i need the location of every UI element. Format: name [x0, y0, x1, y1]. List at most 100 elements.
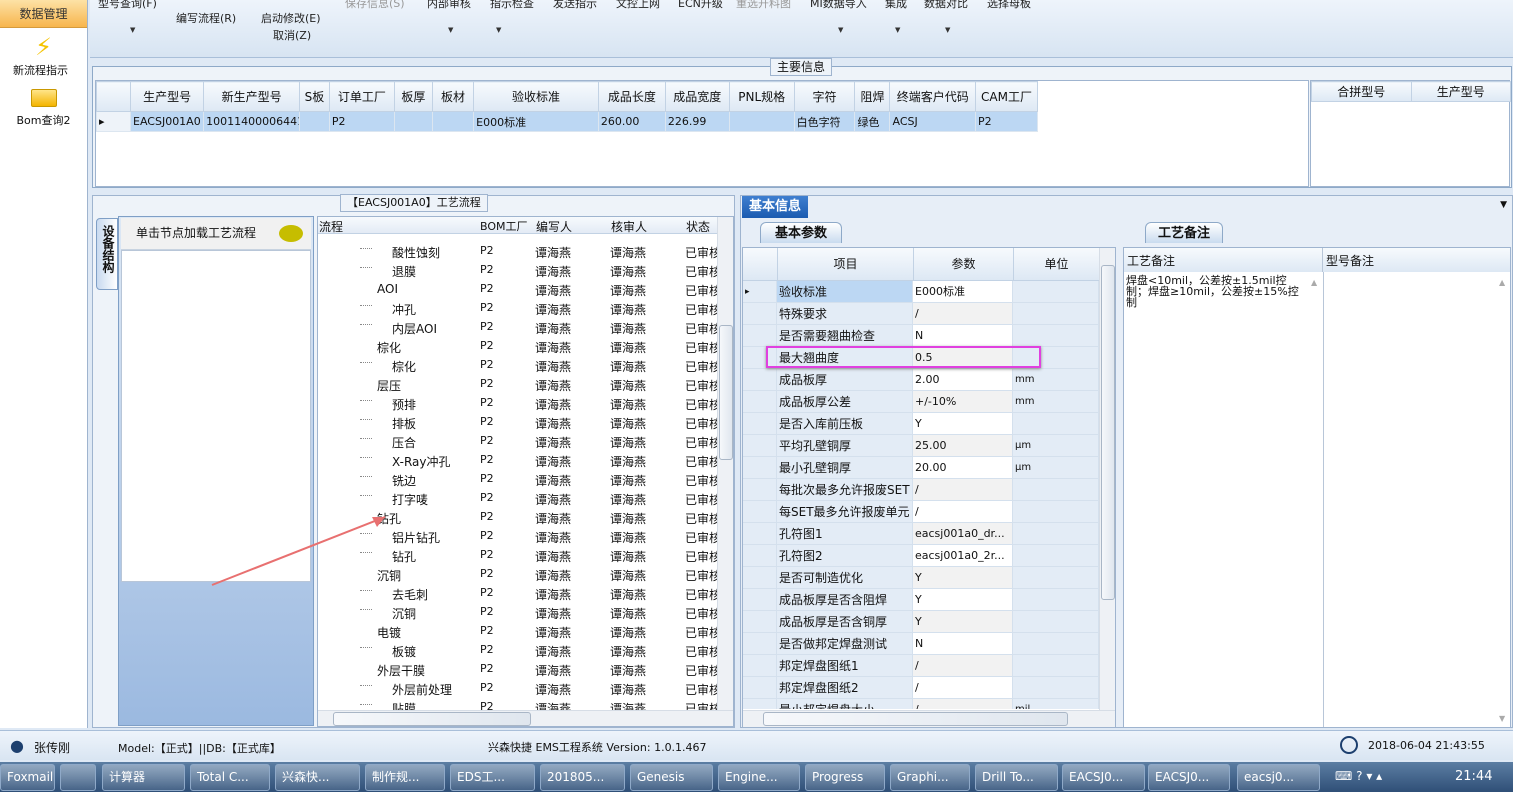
tree-row[interactable]: 内层AOI P2 谭海燕 谭海燕 已审核 [318, 318, 717, 337]
tray-icons[interactable]: ⌨ ? ▾ ▴ [1335, 769, 1382, 783]
param-value[interactable]: 25.00 [913, 435, 1013, 457]
taskbar-item[interactable]: EACSJ0... [1148, 764, 1230, 791]
param-row[interactable]: 成品板厚是否含阻焊 Y [743, 589, 1099, 611]
param-value[interactable]: / [913, 501, 1013, 523]
tree-row[interactable]: 预排 P2 谭海燕 谭海燕 已审核 [318, 394, 717, 413]
taskbar-item[interactable]: 制作规... [365, 764, 445, 791]
table-cell[interactable]: P2 [328, 111, 395, 132]
param-row[interactable]: 成品板厚 2.00 mm [743, 369, 1099, 391]
param-value[interactable]: +/-10% [913, 391, 1013, 413]
tab-equipment-structure[interactable]: 设备结构 [96, 218, 118, 290]
scroll-up-icon[interactable]: ▲ [1499, 278, 1505, 287]
nav-header[interactable]: 数据管理 [0, 0, 87, 28]
table-cell[interactable] [393, 111, 433, 132]
tree-row[interactable]: −棕化P2谭海燕谭海燕已审核 [318, 337, 717, 356]
vertical-scrollbar[interactable] [717, 217, 733, 710]
column-header[interactable]: 生产型号 [1410, 81, 1511, 102]
column-header[interactable]: 终端客户代码 [889, 81, 977, 112]
chevron-down-icon[interactable]: ▼ [130, 26, 135, 34]
table-cell[interactable]: 白色字符 [793, 111, 856, 132]
tree-row[interactable]: −外层干膜P2谭海燕谭海燕已审核 [318, 660, 717, 679]
scroll-thumb[interactable] [333, 712, 531, 726]
save-info-button[interactable]: 保存信息(S) [345, 0, 405, 11]
param-row[interactable]: 邦定焊盘图纸1/ [743, 655, 1099, 677]
param-row[interactable]: 最小孔壁铜厚 20.00 μm [743, 457, 1099, 479]
param-value[interactable]: / [913, 699, 1013, 709]
taskbar-item[interactable]: Total C... [190, 764, 270, 791]
param-value[interactable]: eacsj001a0_dr... [913, 523, 1013, 545]
table-cell[interactable]: EACSJ001A0 [129, 111, 205, 132]
param-row[interactable]: 最小邦定焊盘大小/mil [743, 699, 1099, 709]
param-value[interactable]: Y [913, 589, 1013, 611]
table-row[interactable]: ▸ EACSJ001A0 10011400006441 P2 E000标准 260.00 2… [96, 111, 1038, 132]
tree-row[interactable]: 酸性蚀刻 P2 谭海燕 谭海燕 已审核 [318, 242, 717, 261]
param-value[interactable]: Y [913, 611, 1013, 633]
param-value[interactable]: E000标准 [913, 281, 1013, 303]
tree-row[interactable]: X-Ray冲孔 P2 谭海燕 谭海燕 已审核 [318, 451, 717, 470]
chevron-down-icon[interactable]: ▼ [838, 26, 843, 34]
column-header[interactable]: 编写人 [536, 218, 572, 235]
tree-row[interactable]: 外层前处理 P2 谭海燕 谭海燕 已审核 [318, 679, 717, 698]
vertical-scrollbar[interactable] [1099, 248, 1115, 710]
param-row[interactable]: 成品板厚是否含铜厚 Y [743, 611, 1099, 633]
table-cell[interactable]: 260.00 [597, 111, 666, 132]
tree-row[interactable]: −AOIP2谭海燕谭海燕已审核 [318, 280, 717, 299]
param-value[interactable]: N [913, 633, 1013, 655]
tree-row[interactable]: 铝片钻孔 P2 谭海燕 谭海燕 已审核 [318, 527, 717, 546]
taskbar-clock[interactable]: 21:44 [1455, 769, 1492, 784]
write-flow-button[interactable]: 编写流程(R) [176, 10, 236, 26]
param-row[interactable]: 每批次最多允许报废SET / [743, 479, 1099, 501]
param-value[interactable]: / [913, 303, 1013, 325]
chevron-down-icon[interactable]: ▼ [945, 26, 950, 34]
table-cell[interactable] [431, 111, 475, 132]
scroll-thumb[interactable] [763, 712, 1068, 726]
column-header[interactable]: 核审人 [611, 218, 647, 235]
taskbar-item[interactable]: EACSJ0... [1062, 764, 1145, 791]
tab-process-notes[interactable]: 工艺备注 [1145, 222, 1223, 243]
param-row[interactable]: ▸ 验收标准 E000标准 [743, 281, 1099, 303]
horizontal-scrollbar[interactable] [318, 710, 733, 726]
column-header[interactable]: 板材 [431, 81, 475, 112]
integration-button[interactable]: 集成 [885, 0, 907, 11]
select-master-button[interactable]: 选择母板 [987, 0, 1031, 11]
param-row[interactable]: 孔符图1 eacsj001a0_dr... [743, 523, 1099, 545]
tree-row[interactable]: 钻孔 P2 谭海燕 谭海燕 已审核 [318, 546, 717, 565]
tree-row[interactable]: 压合 P2 谭海燕 谭海燕 已审核 [318, 432, 717, 451]
table-cell[interactable] [299, 111, 330, 132]
taskbar-item[interactable]: Foxmail [0, 764, 55, 791]
tree-row[interactable]: 退膜 P2 谭海燕 谭海燕 已审核 [318, 261, 717, 280]
cancel-button[interactable]: 取消(Z) [273, 27, 311, 43]
ecn-upgrade-button[interactable]: ECN升级 [678, 0, 723, 11]
param-value[interactable]: Y [913, 413, 1013, 435]
reselect-cutting-button[interactable]: 重选开料图 [736, 0, 791, 11]
param-row[interactable]: 是否可制造优化 Y [743, 567, 1099, 589]
taskbar-item[interactable]: 201805... [540, 764, 625, 791]
check-instruction-button[interactable]: 指示检查 [490, 0, 534, 11]
model-query-button[interactable]: 型号查询(F) [98, 0, 157, 11]
chevron-down-icon[interactable]: ▼ [496, 26, 501, 34]
table-cell[interactable]: P2 [975, 111, 1038, 132]
param-row[interactable]: 平均孔壁铜厚 25.00 μm [743, 435, 1099, 457]
tree-row[interactable]: 板镀 P2 谭海燕 谭海燕 已审核 [318, 641, 717, 660]
column-header[interactable]: CAM工厂 [975, 81, 1038, 112]
column-header[interactable]: 字符 [793, 81, 856, 112]
param-value[interactable]: eacsj001a0_2r... [913, 545, 1013, 567]
tree-row[interactable]: −层压P2谭海燕谭海燕已审核 [318, 375, 717, 394]
column-header[interactable]: 阻焊 [854, 81, 891, 112]
param-value[interactable]: 20.00 [913, 457, 1013, 479]
table-cell[interactable]: 绿色 [854, 111, 891, 132]
chevron-down-icon[interactable]: ▼ [448, 26, 453, 34]
scroll-up-icon[interactable]: ▲ [1311, 278, 1317, 287]
chevron-down-icon[interactable]: ▼ [1500, 200, 1507, 210]
column-header[interactable]: 项目 [777, 248, 913, 281]
table-cell[interactable]: 226.99 [664, 111, 730, 132]
tree-row[interactable]: 去毛刺 P2 谭海燕 谭海燕 已审核 [318, 584, 717, 603]
taskbar-item[interactable]: EDS工... [450, 764, 535, 791]
param-row[interactable]: 是否做邦定焊盘测试 N [743, 633, 1099, 655]
taskbar-item[interactable]: Progress [805, 764, 885, 791]
tree-row[interactable]: 沉铜 P2 谭海燕 谭海燕 已审核 [318, 603, 717, 622]
taskbar-item[interactable]: eacsj0... [1237, 764, 1320, 791]
column-header[interactable]: 订单工厂 [328, 81, 395, 112]
tab-basic-info[interactable]: 基本信息 [742, 196, 808, 218]
param-row[interactable]: 每SET最多允许报废单元 / [743, 501, 1099, 523]
